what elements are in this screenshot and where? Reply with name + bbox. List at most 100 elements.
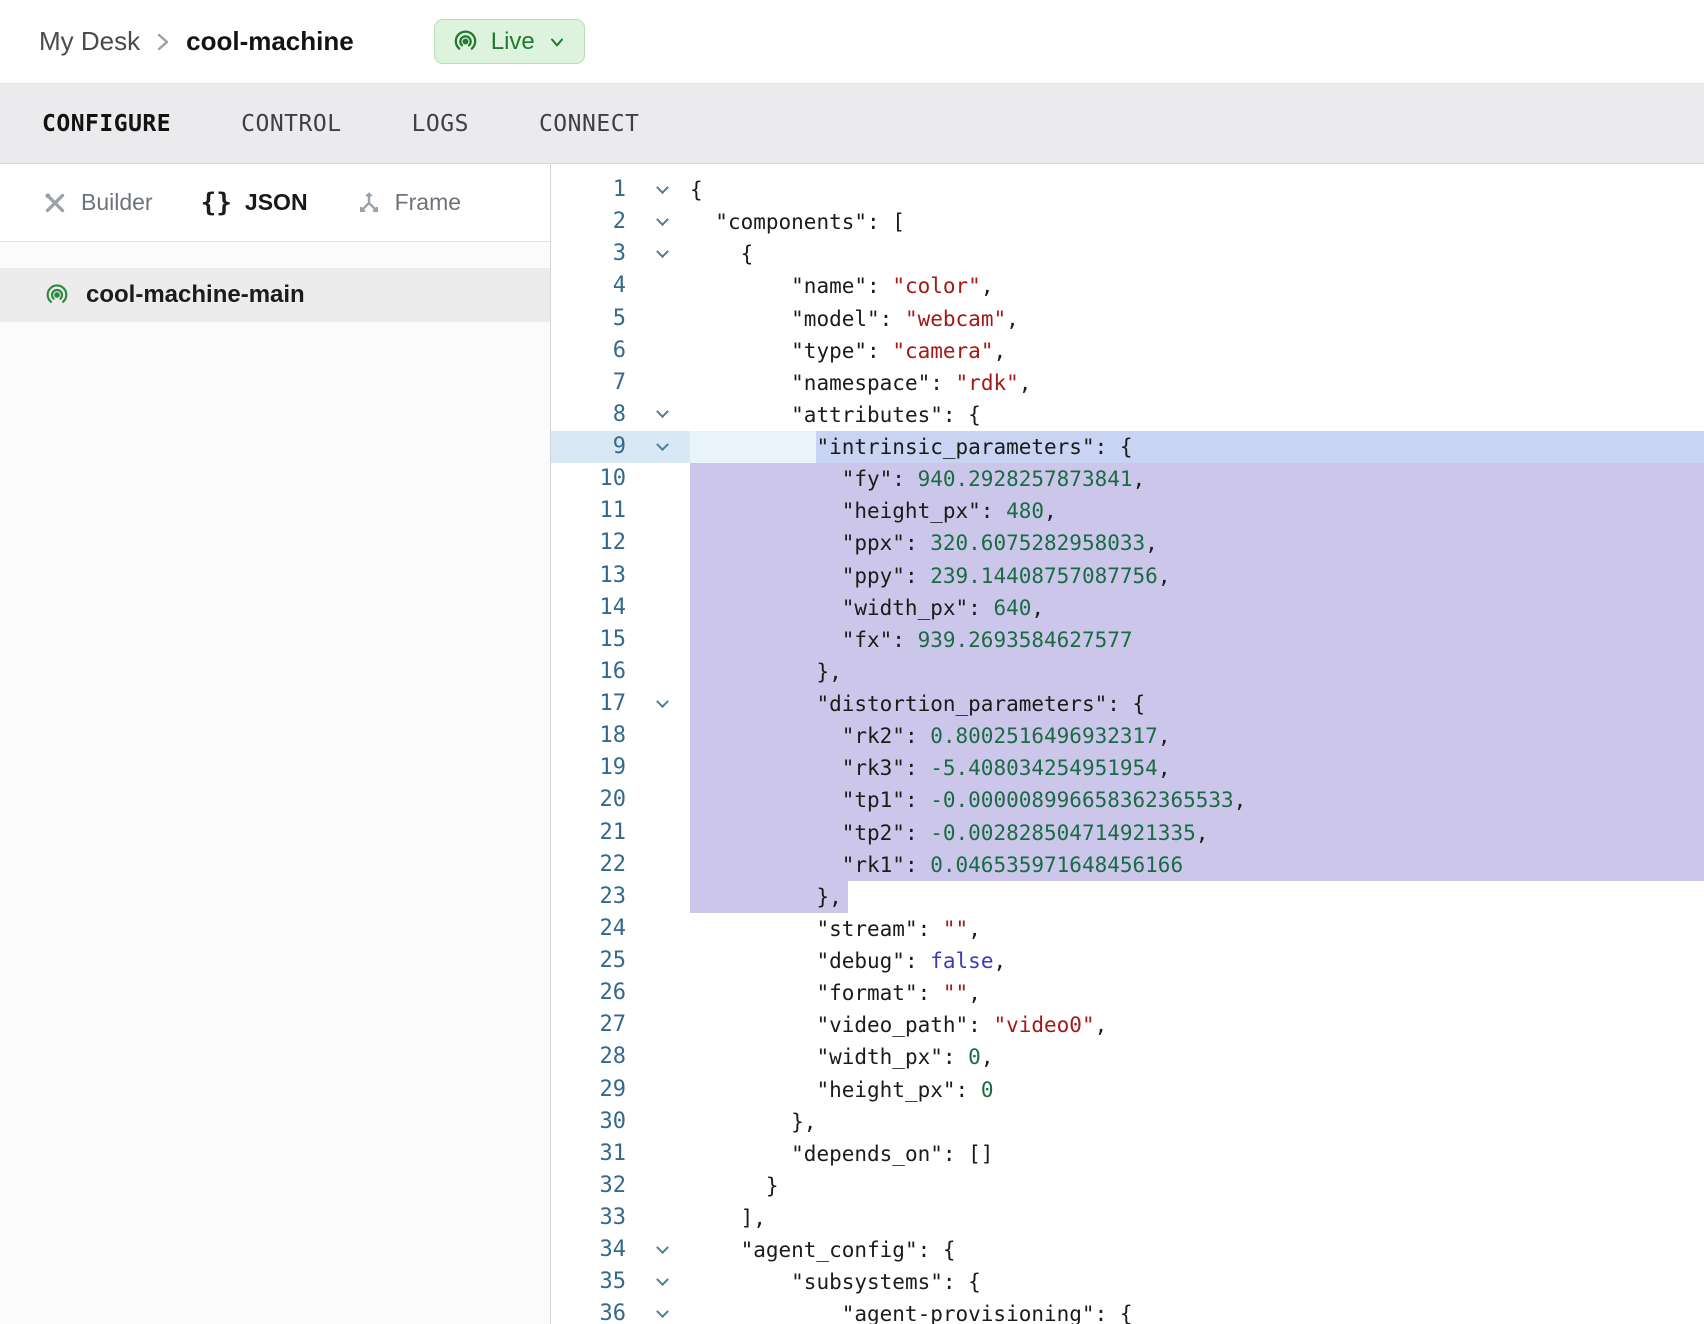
code-line[interactable]: 31 "depends_on": [] <box>551 1138 1704 1170</box>
code-text: }, <box>690 660 842 684</box>
breadcrumb-current: cool-machine <box>186 26 354 57</box>
code-line-content[interactable]: "components": [ <box>690 206 1704 238</box>
code-line[interactable]: 33 ], <box>551 1202 1704 1234</box>
code-line[interactable]: 26 "format": "", <box>551 977 1704 1009</box>
code-line[interactable]: 3 { <box>551 238 1704 270</box>
live-status-dropdown[interactable]: Live <box>434 19 585 64</box>
code-line[interactable]: 19 "rk3": -5.408034254951954, <box>551 752 1704 784</box>
code-line[interactable]: 32 } <box>551 1170 1704 1202</box>
code-line-content[interactable]: "rk2": 0.8002516496932317, <box>690 720 1704 752</box>
code-line-content[interactable]: "intrinsic_parameters": { <box>690 431 1704 463</box>
code-line[interactable]: 22 "rk1": 0.046535971648456166 <box>551 849 1704 881</box>
code-line[interactable]: 16 }, <box>551 656 1704 688</box>
code-line-content[interactable]: "depends_on": [] <box>690 1138 1704 1170</box>
fold-toggle-icon[interactable] <box>656 213 669 226</box>
code-line-content[interactable]: "tp2": -0.002828504714921335, <box>690 817 1704 849</box>
line-number: 15 <box>551 624 634 656</box>
code-line-content[interactable]: { <box>690 238 1704 270</box>
code-line-content[interactable]: ], <box>690 1202 1704 1234</box>
code-line-content[interactable]: "ppy": 239.14408757087756, <box>690 560 1704 592</box>
code-line-content[interactable]: "rk3": -5.408034254951954, <box>690 752 1704 784</box>
code-line-content[interactable]: "distortion_parameters": { <box>690 688 1704 720</box>
code-line-content[interactable]: "namespace": "rdk", <box>690 367 1704 399</box>
tab-connect[interactable]: CONNECT <box>539 111 639 137</box>
sidebar-item-machine-part[interactable]: cool-machine-main <box>0 268 550 322</box>
breadcrumb-parent-link[interactable]: My Desk <box>39 26 140 57</box>
fold-toggle-icon[interactable] <box>656 181 669 194</box>
code-line[interactable]: 12 "ppx": 320.6075282958033, <box>551 527 1704 559</box>
code-line-content[interactable]: "agent_config": { <box>690 1234 1704 1266</box>
code-line[interactable]: 1{ <box>551 174 1704 206</box>
view-toggle-label: JSON <box>245 189 308 216</box>
code-line[interactable]: 27 "video_path": "video0", <box>551 1009 1704 1041</box>
view-toggle-frame[interactable]: Frame <box>356 189 461 216</box>
code-line[interactable]: 21 "tp2": -0.002828504714921335, <box>551 817 1704 849</box>
code-line-content[interactable]: { <box>690 174 1704 206</box>
code-line[interactable]: 15 "fx": 939.2693584627577 <box>551 624 1704 656</box>
code-line-content[interactable]: "model": "webcam", <box>690 303 1704 335</box>
code-line-content[interactable]: "width_px": 0, <box>690 1041 1704 1073</box>
code-line-content[interactable]: }, <box>690 656 1704 688</box>
code-line-content[interactable]: "stream": "", <box>690 913 1704 945</box>
view-toggle-json[interactable]: {}JSON <box>201 188 308 218</box>
code-line-content[interactable]: "fx": 939.2693584627577 <box>690 624 1704 656</box>
code-line[interactable]: 29 "height_px": 0 <box>551 1074 1704 1106</box>
code-line-content[interactable]: "type": "camera", <box>690 335 1704 367</box>
code-line[interactable]: 4 "name": "color", <box>551 270 1704 302</box>
code-line-content[interactable]: "video_path": "video0", <box>690 1009 1704 1041</box>
fold-gutter <box>634 720 690 752</box>
code-line[interactable]: 23 }, <box>551 881 1704 913</box>
code-line[interactable]: 2 "components": [ <box>551 206 1704 238</box>
fold-toggle-icon[interactable] <box>656 1241 669 1254</box>
tab-configure[interactable]: CONFIGURE <box>42 111 171 137</box>
code-line-content[interactable]: "attributes": { <box>690 399 1704 431</box>
code-line-content[interactable]: "fy": 940.2928257873841, <box>690 463 1704 495</box>
code-line[interactable]: 6 "type": "camera", <box>551 335 1704 367</box>
line-number: 28 <box>551 1041 634 1073</box>
code-line-content[interactable]: "ppx": 320.6075282958033, <box>690 527 1704 559</box>
code-line-content[interactable]: }, <box>690 1106 1704 1138</box>
code-line-content[interactable]: "tp1": -0.000008996658362365533, <box>690 784 1704 816</box>
line-number: 12 <box>551 527 634 559</box>
code-line[interactable]: 28 "width_px": 0, <box>551 1041 1704 1073</box>
code-line[interactable]: 10 "fy": 940.2928257873841, <box>551 463 1704 495</box>
code-line[interactable]: 20 "tp1": -0.000008996658362365533, <box>551 784 1704 816</box>
code-line-content[interactable]: "name": "color", <box>690 270 1704 302</box>
fold-toggle-icon[interactable] <box>656 406 669 419</box>
code-line[interactable]: 7 "namespace": "rdk", <box>551 367 1704 399</box>
code-line-content[interactable]: "rk1": 0.046535971648456166 <box>690 849 1704 881</box>
fold-toggle-icon[interactable] <box>656 245 669 258</box>
code-line[interactable]: 17 "distortion_parameters": { <box>551 688 1704 720</box>
code-line[interactable]: 18 "rk2": 0.8002516496932317, <box>551 720 1704 752</box>
code-line-content[interactable]: "subsystems": { <box>690 1266 1704 1298</box>
code-line[interactable]: 9 "intrinsic_parameters": { <box>551 431 1704 463</box>
code-line[interactable]: 35 "subsystems": { <box>551 1266 1704 1298</box>
code-line-content[interactable]: "agent-provisioning": { <box>690 1298 1704 1324</box>
fold-toggle-icon[interactable] <box>656 1273 669 1286</box>
code-line-content[interactable]: }, <box>690 881 1704 913</box>
code-line[interactable]: 25 "debug": false, <box>551 945 1704 977</box>
view-toggle-builder[interactable]: Builder <box>42 189 153 216</box>
tab-control[interactable]: CONTROL <box>241 111 341 137</box>
code-line-content[interactable]: "width_px": 640, <box>690 592 1704 624</box>
fold-toggle-icon[interactable] <box>656 1305 669 1318</box>
code-line-content[interactable]: "debug": false, <box>690 945 1704 977</box>
code-line[interactable]: 36 "agent-provisioning": { <box>551 1298 1704 1324</box>
code-line[interactable]: 14 "width_px": 640, <box>551 592 1704 624</box>
json-code-editor[interactable]: 1{2 "components": [3 {4 "name": "color",… <box>551 164 1704 1324</box>
code-line-content[interactable]: "height_px": 0 <box>690 1074 1704 1106</box>
code-line[interactable]: 34 "agent_config": { <box>551 1234 1704 1266</box>
code-line[interactable]: 5 "model": "webcam", <box>551 303 1704 335</box>
code-line[interactable]: 24 "stream": "", <box>551 913 1704 945</box>
tab-logs[interactable]: LOGS <box>412 111 469 137</box>
fold-toggle-icon[interactable] <box>656 695 669 708</box>
code-line[interactable]: 8 "attributes": { <box>551 399 1704 431</box>
code-text: }, <box>690 885 842 909</box>
code-line-content[interactable]: "format": "", <box>690 977 1704 1009</box>
code-line[interactable]: 30 }, <box>551 1106 1704 1138</box>
fold-toggle-icon[interactable] <box>656 438 669 451</box>
code-line[interactable]: 13 "ppy": 239.14408757087756, <box>551 560 1704 592</box>
code-line-content[interactable]: } <box>690 1170 1704 1202</box>
code-line[interactable]: 11 "height_px": 480, <box>551 495 1704 527</box>
code-line-content[interactable]: "height_px": 480, <box>690 495 1704 527</box>
